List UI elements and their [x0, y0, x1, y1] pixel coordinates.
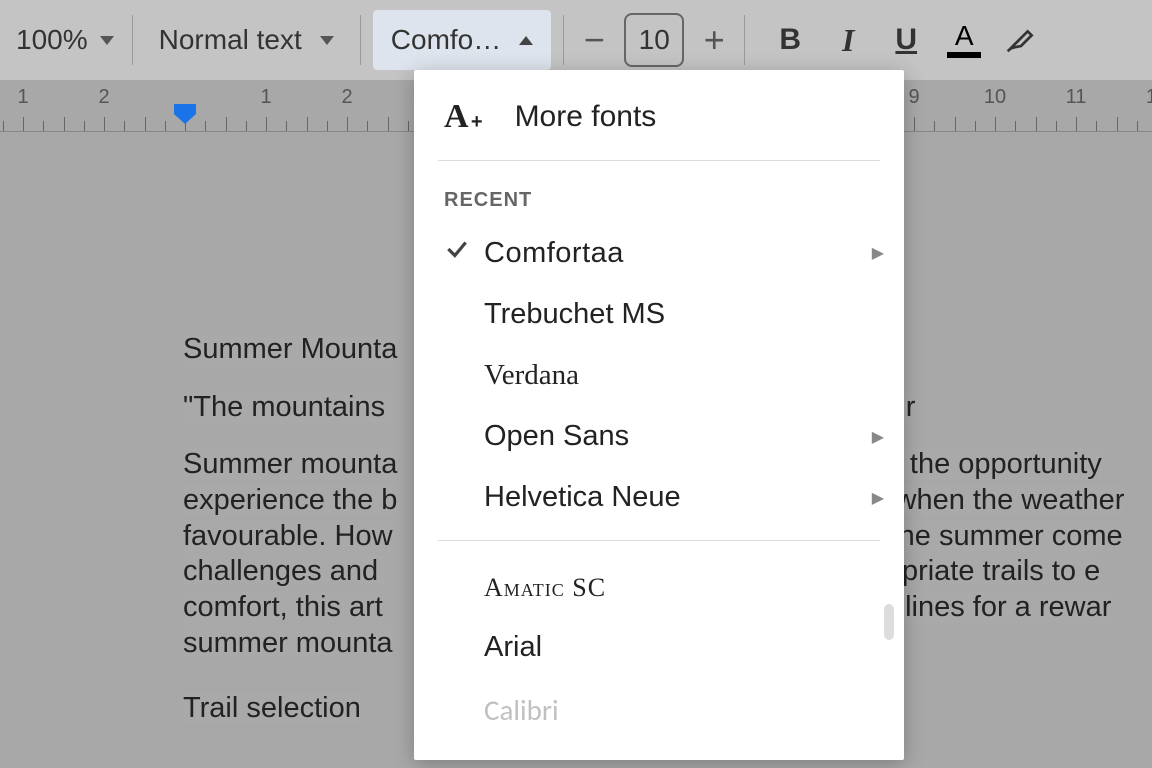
ruler-number: 9: [908, 86, 919, 109]
more-fonts-label: More fonts: [515, 100, 657, 134]
paragraph-style-selector[interactable]: Normal text: [145, 10, 348, 70]
menu-divider: [438, 540, 880, 541]
scrollbar-thumb[interactable]: [884, 604, 894, 640]
more-fonts-item[interactable]: A+ More fonts: [414, 70, 904, 160]
check-icon: [444, 236, 484, 270]
font-size-input[interactable]: [624, 13, 684, 67]
separator: [360, 15, 361, 65]
font-family-label: Comfo…: [391, 24, 501, 56]
toolbar: 100% Normal text Comfo… − + B I U A: [0, 0, 1152, 80]
font-menu-item[interactable]: Amatic SC: [414, 559, 904, 617]
chevron-up-icon: [519, 36, 533, 45]
recent-section-label: RECENT: [414, 179, 904, 222]
ruler-number: 10: [984, 86, 1006, 109]
font-menu-item-label: Trebuchet MS: [484, 298, 884, 331]
chevron-right-icon: ▶: [872, 488, 884, 508]
font-menu-item[interactable]: Trebuchet MS: [414, 284, 904, 345]
paragraph-style-label: Normal text: [159, 24, 302, 56]
font-menu-item[interactable]: Comfortaa▶: [414, 222, 904, 284]
font-size-group: − +: [576, 13, 732, 67]
increase-font-size-button[interactable]: +: [696, 19, 732, 61]
chevron-right-icon: ▶: [872, 243, 884, 263]
font-family-menu: A+ More fonts RECENT Comfortaa▶Trebuchet…: [414, 70, 904, 760]
menu-divider: [438, 160, 880, 161]
ruler-number: 2: [98, 86, 109, 109]
chevron-down-icon: [100, 36, 114, 45]
highlight-color-button[interactable]: [1005, 22, 1037, 59]
zoom-value: 100%: [16, 24, 88, 56]
indent-marker-icon[interactable]: [171, 104, 199, 126]
separator: [563, 15, 564, 65]
font-menu-item-label: Open Sans: [484, 420, 872, 453]
separator: [744, 15, 745, 65]
format-group: B I U A: [757, 22, 1037, 59]
ruler-number: 1: [17, 86, 28, 109]
more-fonts-icon: A+: [444, 98, 469, 136]
separator: [132, 15, 133, 65]
text-color-button[interactable]: A: [947, 22, 981, 58]
font-menu-item-label: Verdana: [484, 359, 884, 392]
font-menu-item[interactable]: Open Sans▶: [414, 406, 904, 467]
font-menu-item-label: Comfortaa: [484, 237, 872, 270]
highlighter-icon: [1005, 22, 1037, 54]
chevron-right-icon: ▶: [872, 427, 884, 447]
underline-button[interactable]: U: [889, 23, 923, 57]
ruler-number: 12: [1146, 86, 1152, 109]
zoom-group[interactable]: 100%: [10, 0, 120, 80]
bold-button[interactable]: B: [773, 23, 807, 57]
font-family-selector[interactable]: Comfo…: [373, 10, 551, 70]
ruler-number: 11: [1066, 86, 1087, 109]
font-menu-item[interactable]: Verdana: [414, 345, 904, 406]
font-menu-item[interactable]: Calibri: [414, 678, 904, 742]
font-menu-item-label: Helvetica Neue: [484, 481, 872, 514]
decrease-font-size-button[interactable]: −: [576, 19, 612, 61]
italic-button[interactable]: I: [831, 22, 865, 59]
ruler-number: 1: [260, 86, 271, 109]
font-menu-item[interactable]: Arial: [414, 617, 904, 678]
font-menu-item[interactable]: Helvetica Neue▶: [414, 467, 904, 528]
ruler-number: 2: [341, 86, 352, 109]
chevron-down-icon: [320, 36, 334, 45]
